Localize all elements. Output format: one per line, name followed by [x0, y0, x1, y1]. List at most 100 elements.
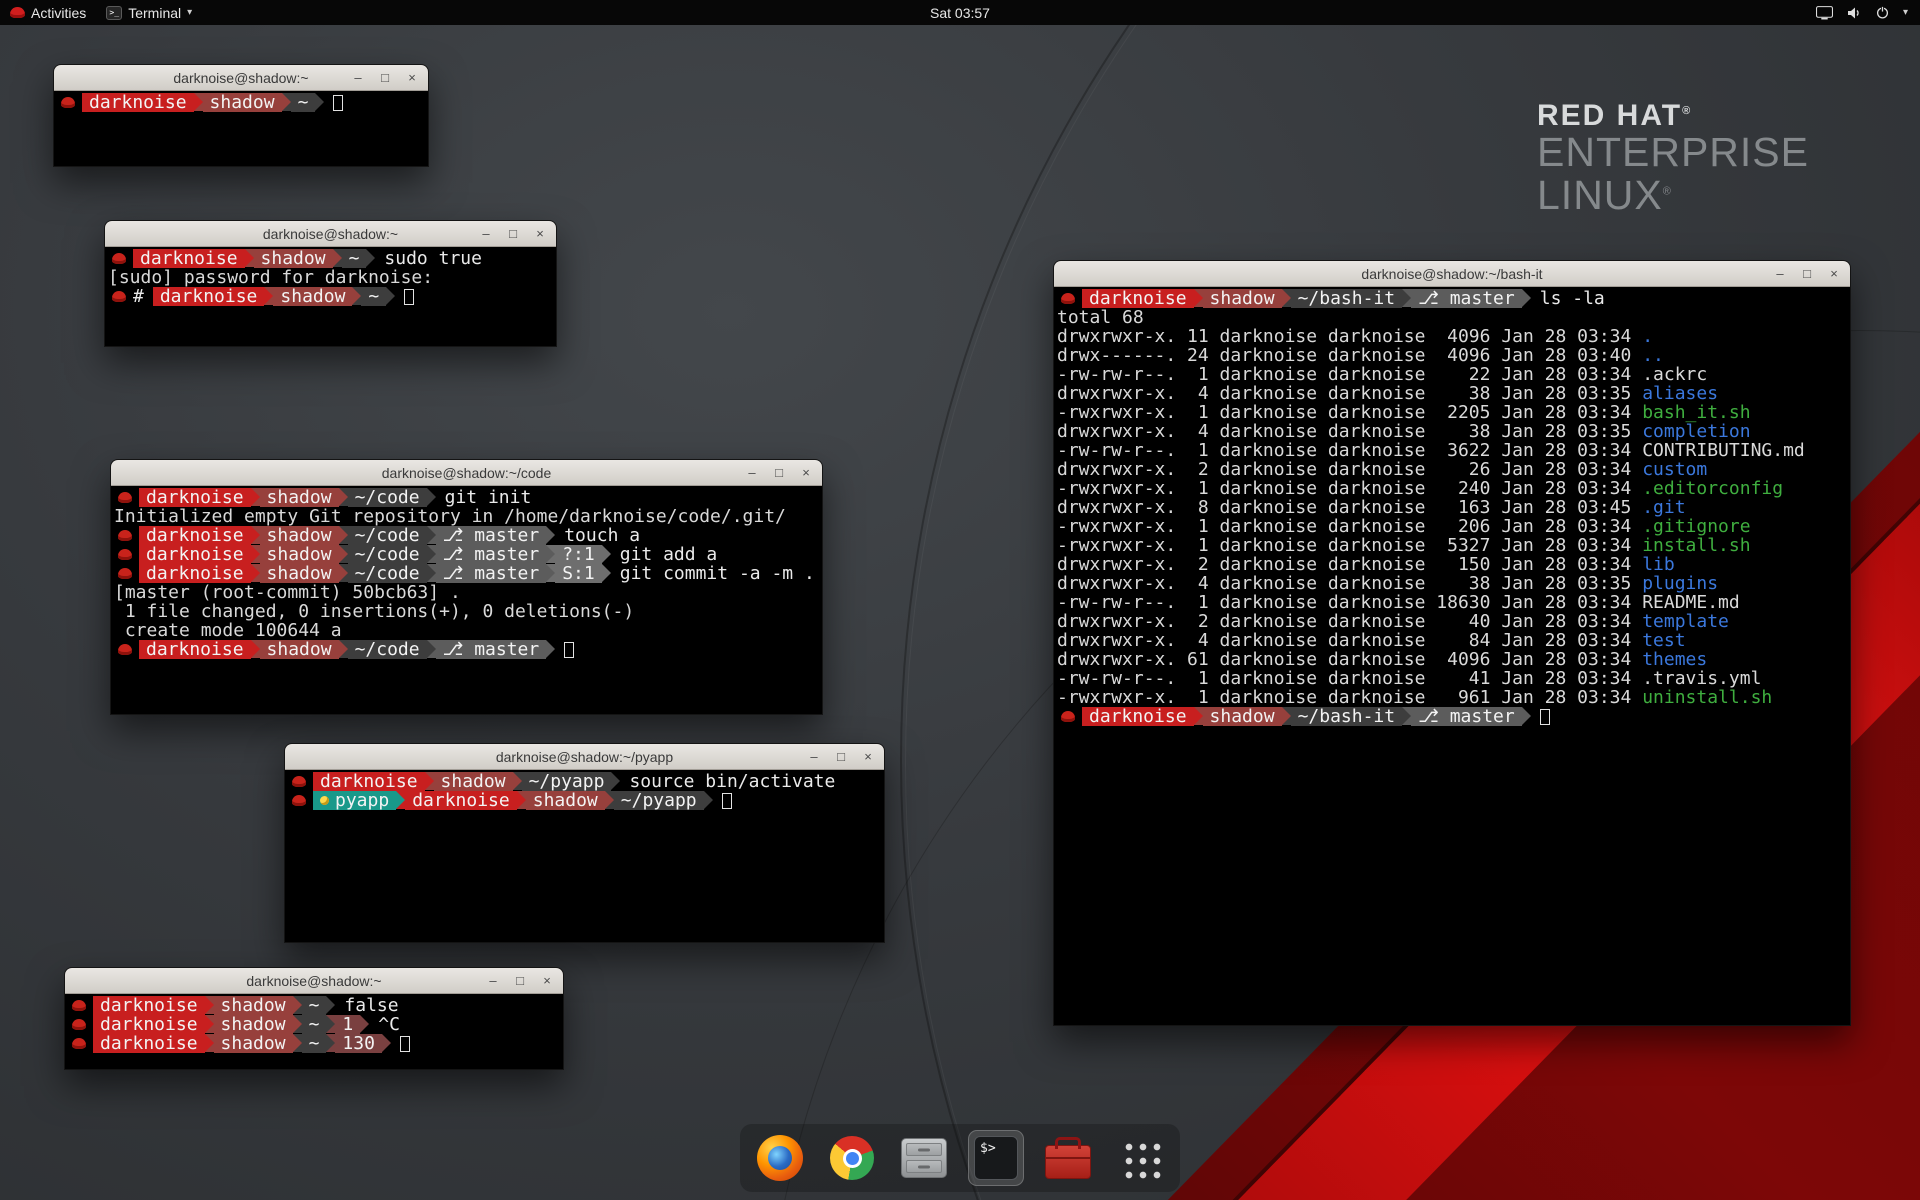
app-menu-terminal[interactable]: >_ Terminal ▾	[96, 0, 202, 25]
window-controls: –□ ×	[486, 968, 554, 993]
prompt-segment: darknoise	[153, 287, 265, 306]
output-text: create mode 100644 a	[114, 621, 342, 640]
activities-button[interactable]: Activities	[0, 0, 96, 25]
powerline-separator-icon	[251, 564, 260, 582]
powerline-separator-icon	[339, 640, 348, 658]
prompt-segment: shadow	[526, 791, 605, 810]
redhat-prompt-icon	[118, 492, 132, 503]
close-icon[interactable]: ×	[861, 750, 875, 764]
close-icon[interactable]: ×	[799, 466, 813, 480]
output-text: drwxrwxr-x. 2 darknoise darknoise 26 Jan…	[1057, 460, 1642, 479]
output-text: .ackrc	[1642, 365, 1707, 384]
top-bar: Activities >_ Terminal ▾ Sat 03:57 ▾	[0, 0, 1920, 25]
output-text: CONTRIBUTING.md	[1642, 441, 1805, 460]
maximize-icon[interactable]: □	[513, 974, 527, 988]
output-text: drwxrwxr-x. 4 darknoise darknoise 38 Jan…	[1057, 574, 1642, 593]
output-text: drwx------. 24 darknoise darknoise 4096 …	[1057, 346, 1642, 365]
command-text: git add a	[620, 545, 718, 564]
close-icon[interactable]: ×	[533, 227, 547, 241]
maximize-icon[interactable]: □	[378, 71, 392, 85]
command-text: false	[344, 996, 398, 1015]
toolbox-dock-icon[interactable]	[1040, 1130, 1096, 1186]
prompt-line: darknoiseshadow~/code⎇ master?:1git add …	[114, 545, 822, 564]
display-icon	[1816, 6, 1833, 20]
app-grid-icon	[1120, 1138, 1161, 1179]
powerline-separator-icon	[605, 791, 614, 809]
maximize-icon[interactable]: □	[506, 227, 520, 241]
terminal-content[interactable]: darknoiseshadow~sudo true[sudo] password…	[105, 247, 556, 306]
powerline-separator-icon	[251, 640, 260, 658]
powerline-separator-icon	[205, 996, 214, 1014]
output-line: create mode 100644 a	[114, 621, 822, 640]
output-text: plugins	[1642, 574, 1718, 593]
output-line: drwxrwxr-x. 2 darknoise darknoise 40 Jan…	[1057, 612, 1850, 631]
output-text: .	[1642, 327, 1653, 346]
prompt-line: darknoiseshadow~/bash-it⎇ masterls -la	[1057, 289, 1850, 308]
system-status-area[interactable]: ▾	[1816, 0, 1920, 25]
files-dock-icon[interactable]	[896, 1130, 952, 1186]
terminal-content[interactable]: darknoiseshadow~falsedarknoiseshadow~1^C…	[65, 994, 563, 1053]
output-line: drwxrwxr-x. 4 darknoise darknoise 84 Jan…	[1057, 631, 1850, 650]
powerline-separator-icon	[611, 772, 620, 790]
minimize-icon[interactable]: –	[745, 466, 759, 480]
terminal-window[interactable]: darknoise@shadow:~–□×darknoiseshadow~sud…	[104, 220, 557, 347]
prompt-segment: ~/pyapp	[614, 791, 704, 810]
maximize-icon[interactable]: □	[834, 750, 848, 764]
window-title: darknoise@shadow:~/pyapp	[496, 749, 673, 765]
close-icon[interactable]: ×	[540, 974, 554, 988]
powerline-separator-icon	[427, 640, 436, 658]
window-titlebar[interactable]: darknoise@shadow:~–□×	[54, 65, 428, 91]
powerline-separator-icon	[546, 526, 555, 544]
clock[interactable]: Sat 03:57	[920, 0, 1000, 25]
maximize-icon[interactable]: □	[1800, 267, 1814, 281]
output-text: -rwxrwxr-x. 1 darknoise darknoise 206 Ja…	[1057, 517, 1642, 536]
powerline-separator-icon	[339, 564, 348, 582]
close-icon[interactable]: ×	[405, 71, 419, 85]
output-text: drwxrwxr-x. 8 darknoise darknoise 163 Ja…	[1057, 498, 1642, 517]
window-controls: –□ ×	[351, 65, 419, 90]
prompt-segment: darknoise	[139, 564, 251, 583]
prompt-segment: ⎇ master	[436, 564, 547, 583]
redhat-prompt-icon	[72, 1038, 86, 1049]
prompt-line: darknoiseshadow~/bash-it⎇ master	[1057, 707, 1850, 726]
minimize-icon[interactable]: –	[1773, 267, 1787, 281]
minimize-icon[interactable]: –	[486, 974, 500, 988]
firefox-dock-icon[interactable]	[752, 1130, 808, 1186]
terminal-content[interactable]: darknoiseshadow~/bash-it⎇ masterls -lato…	[1054, 287, 1850, 726]
chrome-dock-icon[interactable]	[824, 1130, 880, 1186]
powerline-separator-icon	[326, 1015, 335, 1033]
maximize-icon[interactable]: □	[772, 466, 786, 480]
redhat-prompt-icon	[118, 549, 132, 560]
terminal-content[interactable]: darknoiseshadow~/codegit initInitialized…	[111, 486, 822, 659]
prompt-segment: ⎇ master	[1411, 707, 1522, 726]
redhat-prompt-icon	[72, 1019, 86, 1030]
close-icon[interactable]: ×	[1827, 267, 1841, 281]
terminal-window[interactable]: darknoise@shadow:~–□×darknoiseshadow~	[53, 64, 429, 167]
terminal-dock-icon[interactable]: $>	[968, 1130, 1024, 1186]
redhat-prompt-icon	[72, 1000, 86, 1011]
prompt-segment: ~/bash-it	[1291, 289, 1403, 308]
window-titlebar[interactable]: darknoise@shadow:~–□×	[65, 968, 563, 994]
powerline-separator-icon	[366, 249, 375, 267]
window-titlebar[interactable]: darknoise@shadow:~/pyapp –□ ×	[285, 744, 884, 770]
minimize-icon[interactable]: –	[807, 750, 821, 764]
terminal-window[interactable]: darknoise@shadow:~/bash-it–□×darknoisesh…	[1053, 260, 1851, 1026]
file-manager-icon	[901, 1138, 947, 1178]
terminal-window[interactable]: darknoise@shadow:~/code–□×darknoiseshado…	[110, 459, 823, 715]
prompt-segment: darknoise	[313, 772, 425, 791]
window-titlebar[interactable]: darknoise@shadow:~/bash-it–□×	[1054, 261, 1850, 287]
minimize-icon[interactable]: –	[479, 227, 493, 241]
window-titlebar[interactable]: darknoise@shadow:~–□×	[105, 221, 556, 247]
window-titlebar[interactable]: darknoise@shadow:~/code–□×	[111, 460, 822, 486]
command-text: sudo true	[384, 249, 482, 268]
terminal-content[interactable]: darknoiseshadow~	[54, 91, 428, 112]
prompt-segment: ~/code	[348, 564, 427, 583]
powerline-separator-icon	[293, 1034, 302, 1052]
terminal-content[interactable]: darknoiseshadow~/pyappsource bin/activat…	[285, 770, 884, 810]
terminal-window[interactable]: darknoise@shadow:~/pyapp –□ × darknoise shad…	[284, 743, 885, 943]
terminal-window[interactable]: darknoise@shadow:~–□×darknoiseshadow~fal…	[64, 967, 564, 1070]
output-text: .git	[1642, 498, 1685, 517]
redhat-logo-icon	[10, 7, 25, 18]
minimize-icon[interactable]: –	[351, 71, 365, 85]
app-grid-dock-icon[interactable]	[1112, 1130, 1168, 1186]
